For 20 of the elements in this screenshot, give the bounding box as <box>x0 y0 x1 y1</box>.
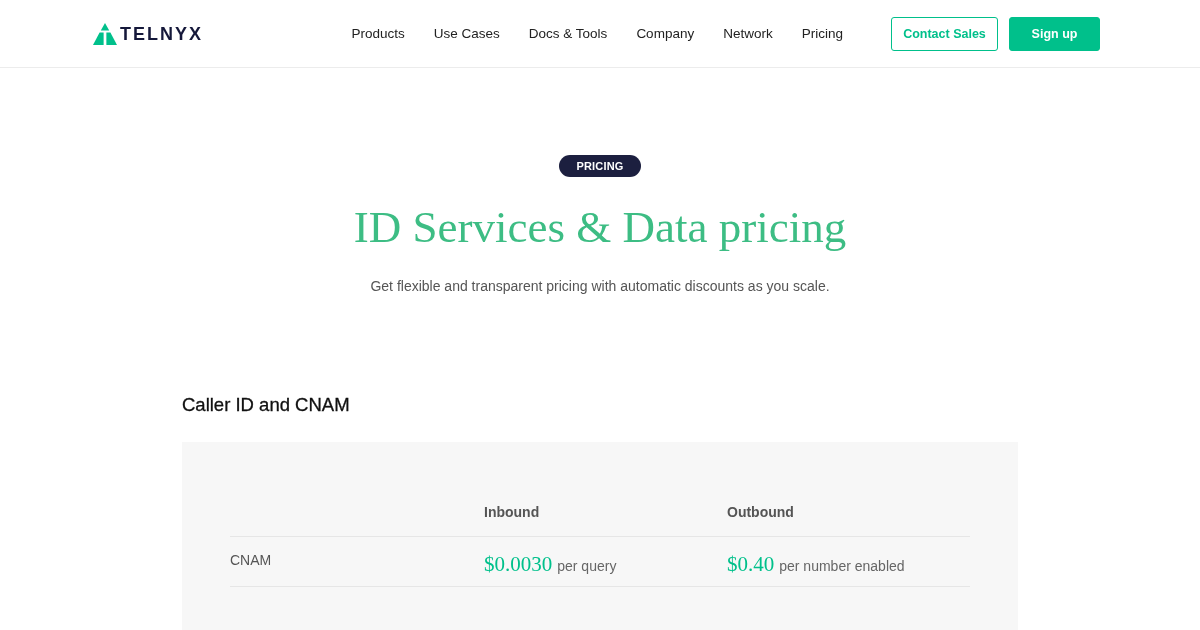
page-subtitle: Get flexible and transparent pricing with automatic discounts as you scale. <box>370 277 830 296</box>
price-unit: per number enabled <box>779 558 905 574</box>
nav-link[interactable]: Use Cases <box>419 23 515 44</box>
price-value: $0.40 <box>727 552 775 577</box>
nav-link[interactable]: Pricing <box>787 23 858 44</box>
column-header: Outbound <box>727 504 794 520</box>
section-badge: PRICING <box>559 155 641 177</box>
nav-link[interactable]: Network <box>708 23 788 44</box>
page-title: ID Services & Data pricing <box>353 201 847 254</box>
price-unit: per query <box>557 558 617 574</box>
logo-text: TELNYX <box>120 22 203 45</box>
price-value: $0.0030 <box>484 552 553 577</box>
triangle-logo-icon <box>93 22 117 45</box>
section-title: Caller ID and CNAM <box>182 393 350 417</box>
column-header: Inbound <box>484 504 540 520</box>
nav-link[interactable]: Company <box>621 23 709 44</box>
nav-link[interactable]: Products <box>337 23 420 44</box>
row-label: CNAM <box>230 551 272 568</box>
logo-link[interactable]: TELNYX <box>93 22 203 45</box>
nav-link[interactable]: Docs & Tools <box>514 23 622 44</box>
